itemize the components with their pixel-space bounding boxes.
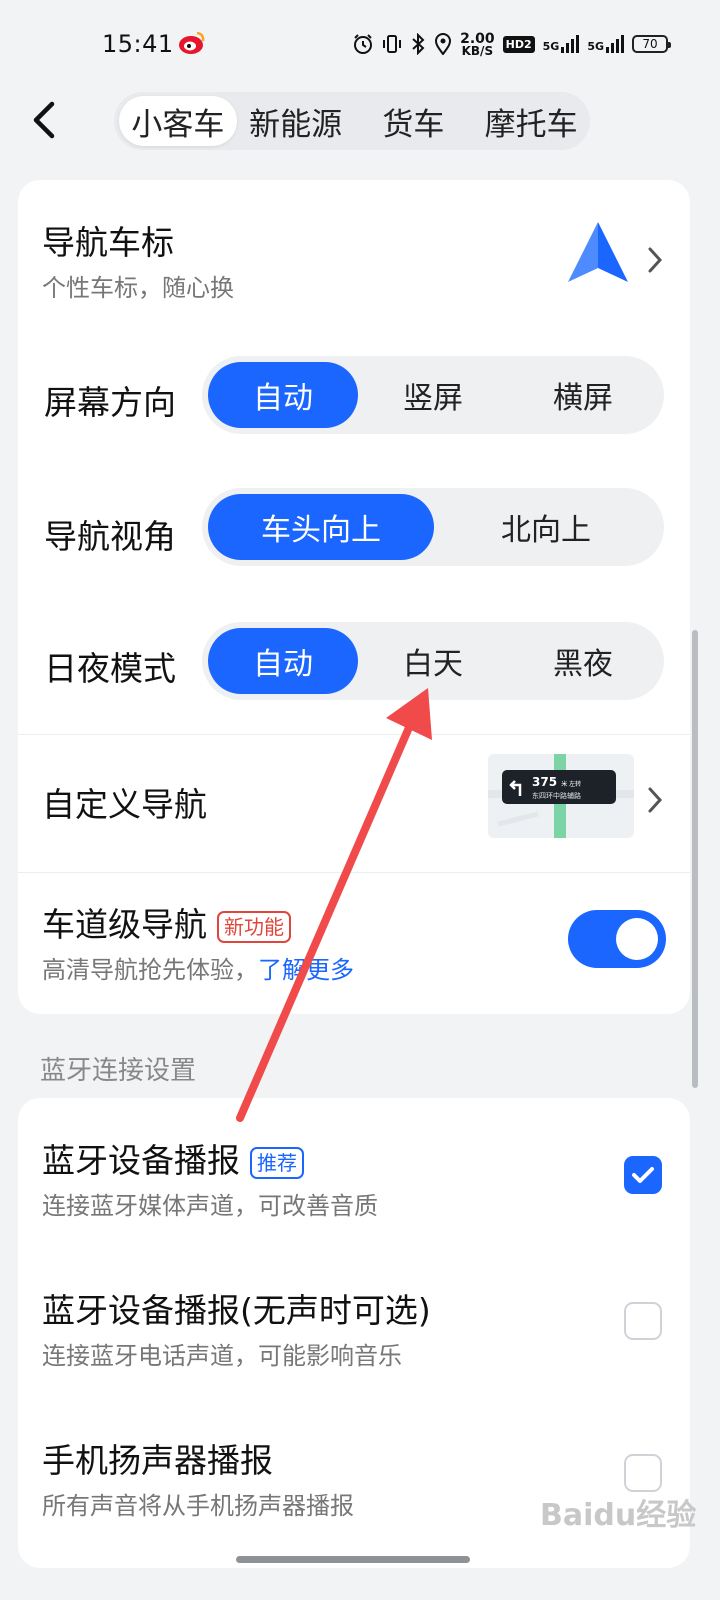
car-icon-subtitle: 个性车标，随心换 [42, 274, 234, 302]
checkmark-icon [632, 1167, 654, 1183]
hd-voice-badge: HD2 [502, 35, 535, 53]
back-arrow-icon[interactable] [26, 98, 66, 142]
signal-5g-2: 5G [587, 35, 624, 53]
nav-view-selector: 车头向上 北向上 [202, 488, 664, 566]
screen-orientation-selector: 自动 竖屏 横屏 [202, 356, 664, 434]
custom-nav-preview: 375 米 左转 东四环中路辅路 [488, 754, 634, 838]
signal-bars-icon [561, 35, 580, 53]
bluetooth-media-title: 蓝牙设备播报 推荐 [42, 1134, 304, 1182]
lane-nav-toggle[interactable] [568, 910, 666, 968]
status-icons: 2.00 KB/S HD2 5G 5G 70 [352, 28, 671, 60]
network-speed: 2.00 KB/S [460, 30, 495, 58]
orientation-portrait[interactable]: 竖屏 [358, 362, 508, 428]
nav-view-heading-up[interactable]: 车头向上 [208, 494, 434, 560]
tab-truck[interactable]: 货车 [355, 96, 473, 146]
vibrate-icon [383, 35, 402, 53]
day-night-label: 日夜模式 [44, 649, 176, 688]
navigation-arrow-icon [568, 222, 628, 282]
car-icon-title: 导航车标 [42, 223, 174, 262]
bluetooth-call-subtitle: 连接蓝牙电话声道，可能影响音乐 [42, 1342, 402, 1370]
bluetooth-call-title: 蓝牙设备播报(无声时可选) [42, 1291, 431, 1330]
phone-speaker-title: 手机扬声器播报 [42, 1441, 273, 1480]
day-night-auto[interactable]: 自动 [208, 628, 358, 694]
recommended-badge: 推荐 [250, 1146, 304, 1179]
maneuver-road: 东四环中路辅路 [532, 792, 581, 800]
bluetooth-section-title: 蓝牙连接设置 [40, 1056, 197, 1086]
weibo-icon [179, 31, 205, 54]
orientation-landscape[interactable]: 横屏 [508, 362, 658, 428]
day-night-selector: 自动 白天 黑夜 [202, 622, 664, 700]
lane-nav-title: 车道级导航 新功能 [42, 898, 291, 946]
signal-bars-icon [606, 35, 624, 53]
bluetooth-icon [412, 33, 425, 55]
nav-view-north-up[interactable]: 北向上 [434, 494, 658, 560]
status-time: 15:41 [102, 30, 174, 58]
location-icon [435, 33, 452, 55]
divider [18, 734, 690, 735]
new-feature-badge: 新功能 [217, 910, 291, 943]
watermark: Baidu经验 [540, 1498, 697, 1533]
bluetooth-call-checkbox[interactable] [624, 1302, 662, 1340]
chevron-right-icon [648, 247, 663, 273]
tab-motorcycle[interactable]: 摩托车 [472, 96, 590, 146]
learn-more-link[interactable]: 了解更多 [258, 956, 354, 984]
divider [18, 872, 690, 873]
chevron-right-icon [648, 787, 663, 813]
scrollbar[interactable] [692, 630, 698, 1088]
signal-5g-1: 5G [543, 35, 580, 53]
maneuver-distance: 375 米 左转 [532, 775, 582, 789]
phone-speaker-checkbox[interactable] [624, 1454, 662, 1492]
maneuver-card: 375 米 左转 东四环中路辅路 [502, 770, 616, 804]
bluetooth-media-subtitle: 连接蓝牙媒体声道，可改善音质 [42, 1192, 378, 1220]
bluetooth-media-checkbox[interactable] [624, 1156, 662, 1194]
tab-new-energy[interactable]: 新能源 [237, 96, 355, 146]
status-bar: 15:41 2.00 KB/S HD2 5G 5G 70 [0, 0, 720, 92]
home-indicator[interactable] [236, 1556, 470, 1563]
orientation-auto[interactable]: 自动 [208, 362, 358, 428]
phone-speaker-subtitle: 所有声音将从手机扬声器播报 [42, 1492, 354, 1520]
lane-nav-subtitle: 高清导航抢先体验，了解更多 [42, 956, 354, 984]
nav-view-label: 导航视角 [44, 517, 176, 556]
toggle-knob [616, 918, 658, 960]
day-night-day[interactable]: 白天 [358, 628, 508, 694]
alarm-icon [354, 34, 373, 54]
custom-nav-title: 自定义导航 [42, 785, 207, 824]
tab-car[interactable]: 小客车 [119, 96, 237, 146]
navigation-settings-card: 导航车标 个性车标，随心换 屏幕方向 自动 竖屏 横屏 导航视角 车头向上 北向… [18, 180, 690, 1014]
header: 小客车 新能源 货车 摩托车 [0, 88, 720, 166]
vehicle-type-tabs: 小客车 新能源 货车 摩托车 [114, 92, 590, 150]
screen-orientation-label: 屏幕方向 [44, 383, 176, 422]
day-night-night[interactable]: 黑夜 [508, 628, 658, 694]
battery-icon: 70 [632, 35, 671, 53]
turn-left-icon [509, 780, 522, 796]
